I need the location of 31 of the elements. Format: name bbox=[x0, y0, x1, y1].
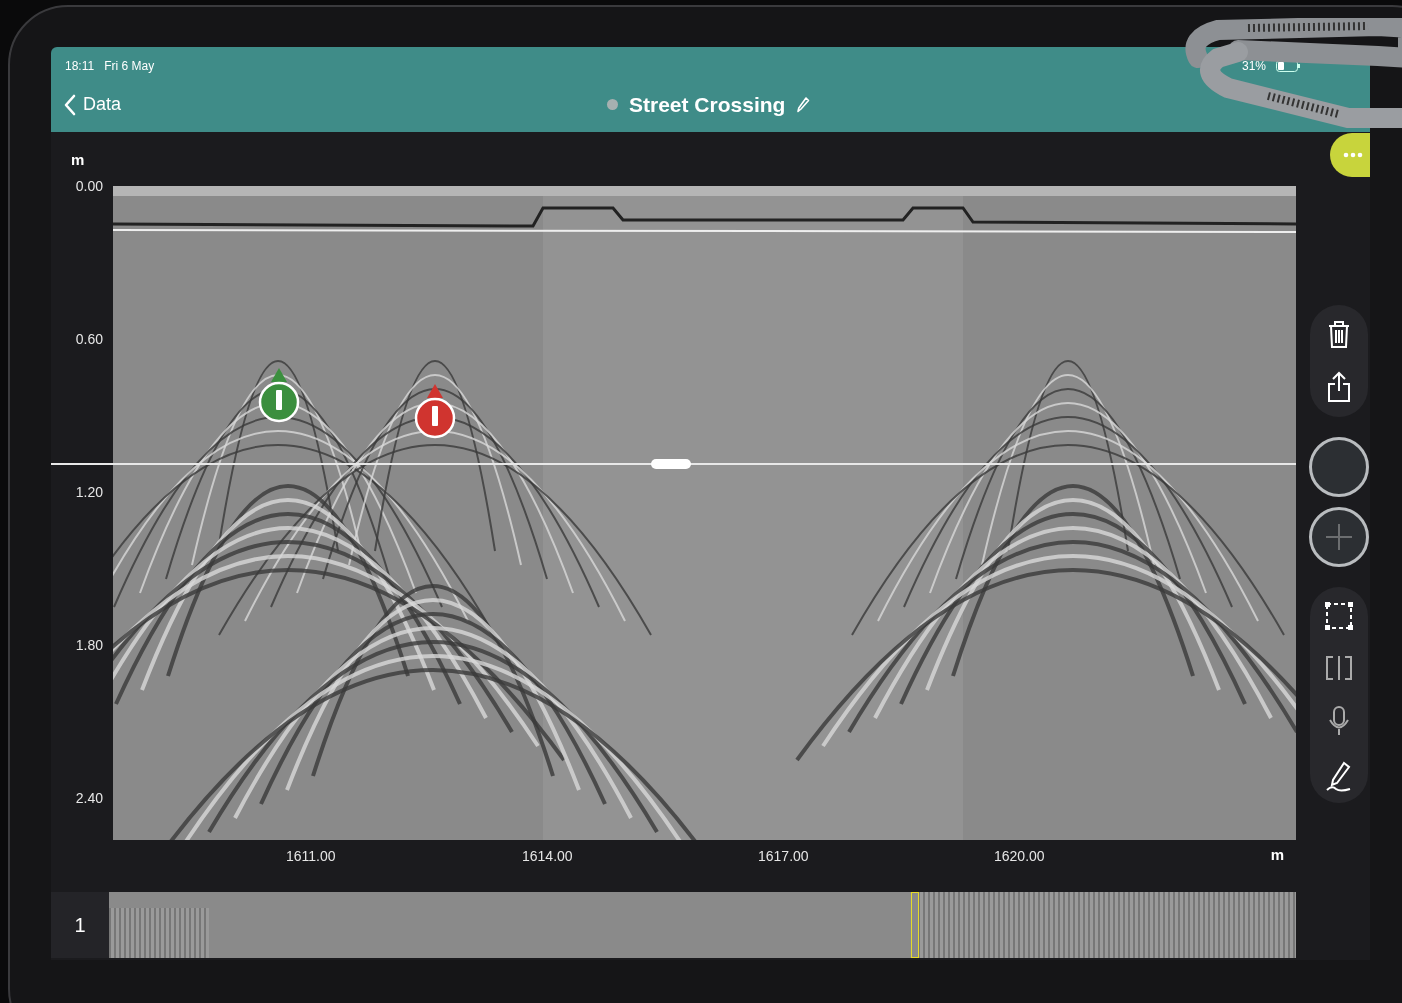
back-button[interactable]: Data bbox=[59, 93, 126, 116]
chevron-left-icon bbox=[63, 93, 77, 116]
add-button[interactable] bbox=[1309, 507, 1369, 567]
depth-tick-label: 2.40 bbox=[75, 790, 103, 806]
selection-icon[interactable] bbox=[1324, 601, 1354, 631]
track-number: 1 bbox=[51, 892, 109, 958]
trash-icon[interactable] bbox=[1326, 319, 1352, 349]
record-button[interactable] bbox=[1309, 437, 1369, 497]
page-title: Street Crossing bbox=[629, 92, 786, 117]
microphone-icon[interactable] bbox=[1328, 705, 1350, 737]
split-view-icon[interactable] bbox=[1324, 655, 1354, 681]
depth-tick-label: 0.60 bbox=[75, 331, 103, 347]
status-time: 18:11 bbox=[65, 59, 95, 73]
distance-unit: m bbox=[1270, 846, 1284, 863]
status-dot bbox=[607, 99, 618, 110]
distance-tick-label: 1620.00 bbox=[994, 848, 1045, 864]
pencil-icon[interactable] bbox=[796, 95, 811, 114]
depth-tick-label: 1.20 bbox=[75, 484, 103, 500]
distance-tick-label: 1617.00 bbox=[758, 848, 809, 864]
battery-icon bbox=[1276, 60, 1300, 72]
plus-icon bbox=[1324, 522, 1354, 552]
distance-tick-label: 1614.00 bbox=[522, 848, 573, 864]
status-date: Fri 6 May bbox=[104, 59, 155, 73]
distance-tick-label: 1611.00 bbox=[286, 848, 336, 864]
battery-level: 31% bbox=[1241, 59, 1266, 73]
depth-tick-label: 1.80 bbox=[75, 637, 103, 653]
more-button[interactable] bbox=[1330, 133, 1370, 177]
depth-tick-label: 0.00 bbox=[75, 178, 103, 194]
share-icon[interactable] bbox=[1326, 371, 1352, 403]
ellipsis-icon bbox=[1343, 152, 1363, 158]
cursor-handle[interactable] bbox=[651, 459, 691, 469]
